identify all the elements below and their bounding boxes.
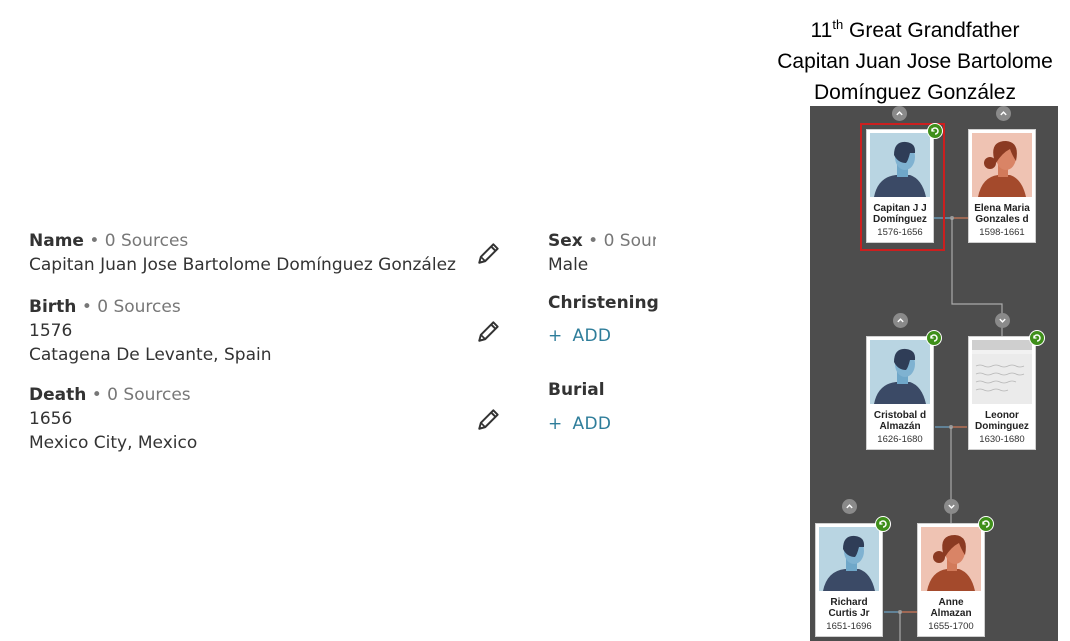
person-name: Leonor Dominguez xyxy=(975,410,1029,432)
person-name: Cristobal d Almazán xyxy=(873,410,927,432)
death-label: Death xyxy=(29,385,87,405)
sex-fact: Sex • 0 Sources Male xyxy=(548,229,656,285)
person-name: Richard Curtis Jr xyxy=(828,597,870,619)
death-fact: Death • 0 Sources 1656 Mexico City, Mexi… xyxy=(29,383,197,455)
document-image-icon xyxy=(972,340,1032,404)
edit-death-pencil-icon[interactable] xyxy=(476,406,502,432)
person-card[interactable]: Richard Curtis Jr 1651-1696 xyxy=(815,523,883,637)
family-tree-panel[interactable]: Capitan J J Domínguez 1576-1656 Elena Mar… xyxy=(810,106,1058,641)
person-name: Anne Almazan xyxy=(930,597,972,619)
birth-fact: Birth • 0 Sources 1576 Catagena De Levan… xyxy=(29,295,271,367)
edit-name-pencil-icon[interactable] xyxy=(476,240,502,266)
add-christening-plus-icon: + xyxy=(548,326,563,346)
birth-date: 1576 xyxy=(29,321,73,341)
ancestor-name-line1: Capitan Juan Jose Bartolome xyxy=(777,50,1053,73)
add-christening-label: ADD xyxy=(572,326,612,346)
person-name: Elena Maria Gonzales d xyxy=(974,203,1030,225)
relation-text: Great Grandfather xyxy=(849,19,1020,42)
birth-place: Catagena De Levante, Spain xyxy=(29,345,272,365)
ancestor-title: 11th Great Grandfather Capitan Juan Jose… xyxy=(760,9,1070,108)
name-label: Name xyxy=(29,231,84,251)
sex-value: Male xyxy=(548,255,589,275)
expand-up-chevron-icon[interactable] xyxy=(892,106,907,121)
male-avatar-icon xyxy=(819,527,879,591)
christening-fact: Christening xyxy=(548,291,659,315)
sex-label: Sex xyxy=(548,231,583,251)
person-card[interactable]: Anne Almazan 1655-1700 xyxy=(917,523,985,637)
burial-fact: Burial xyxy=(548,378,605,402)
death-date: 1656 xyxy=(29,409,73,429)
add-burial-plus-icon: + xyxy=(548,414,563,434)
collapse-down-chevron-icon[interactable] xyxy=(995,313,1010,328)
person-years: 1651-1696 xyxy=(826,621,872,632)
person-years: 1655-1700 xyxy=(928,621,974,632)
birth-label: Birth xyxy=(29,297,77,317)
record-hint-icon[interactable] xyxy=(875,516,891,532)
record-hint-icon[interactable] xyxy=(1029,330,1045,346)
male-avatar-icon xyxy=(870,340,930,404)
expand-up-chevron-icon[interactable] xyxy=(842,499,857,514)
person-card[interactable]: Elena Maria Gonzales d 1598-1661 xyxy=(968,129,1036,243)
person-name: Capitan J J Domínguez xyxy=(873,203,927,225)
add-christening-button[interactable]: + ADD xyxy=(548,326,611,346)
christening-label: Christening xyxy=(548,293,659,313)
person-years: 1630-1680 xyxy=(979,434,1025,445)
relation-ordinal: 11 xyxy=(810,19,833,42)
record-hint-icon[interactable] xyxy=(978,516,994,532)
burial-label: Burial xyxy=(548,380,605,400)
expand-up-chevron-icon[interactable] xyxy=(996,106,1011,121)
person-years: 1626-1680 xyxy=(877,434,923,445)
add-burial-label: ADD xyxy=(572,414,612,434)
name-value: Capitan Juan Jose Bartolome Domínguez Go… xyxy=(29,255,456,275)
person-years: 1598-1661 xyxy=(979,227,1025,238)
birth-sources[interactable]: • 0 Sources xyxy=(82,297,181,317)
ancestor-name-line2: Domínguez González xyxy=(814,81,1016,104)
person-card[interactable]: Capitan J J Domínguez 1576-1656 xyxy=(866,129,934,243)
death-sources[interactable]: • 0 Sources xyxy=(92,385,191,405)
person-card[interactable]: Cristobal d Almazán 1626-1680 xyxy=(866,336,934,450)
male-avatar-icon xyxy=(870,133,930,197)
death-place: Mexico City, Mexico xyxy=(29,433,198,453)
record-hint-icon[interactable] xyxy=(927,123,943,139)
edit-birth-pencil-icon[interactable] xyxy=(476,318,502,344)
collapse-down-chevron-icon[interactable] xyxy=(944,499,959,514)
expand-up-chevron-icon[interactable] xyxy=(893,313,908,328)
name-sources[interactable]: • 0 Sources xyxy=(89,231,188,251)
person-years: 1576-1656 xyxy=(877,227,923,238)
name-fact: Name • 0 Sources Capitan Juan Jose Barto… xyxy=(29,229,456,277)
add-burial-button[interactable]: + ADD xyxy=(548,414,611,434)
sex-sources[interactable]: • 0 Sources xyxy=(588,231,656,251)
relation-line: 11th Great Grandfather xyxy=(760,9,1070,46)
person-card[interactable]: Leonor Dominguez 1630-1680 xyxy=(968,336,1036,450)
relation-suffix: th xyxy=(832,17,844,32)
female-avatar-icon xyxy=(921,527,981,591)
female-avatar-icon xyxy=(972,133,1032,197)
record-hint-icon[interactable] xyxy=(926,330,942,346)
